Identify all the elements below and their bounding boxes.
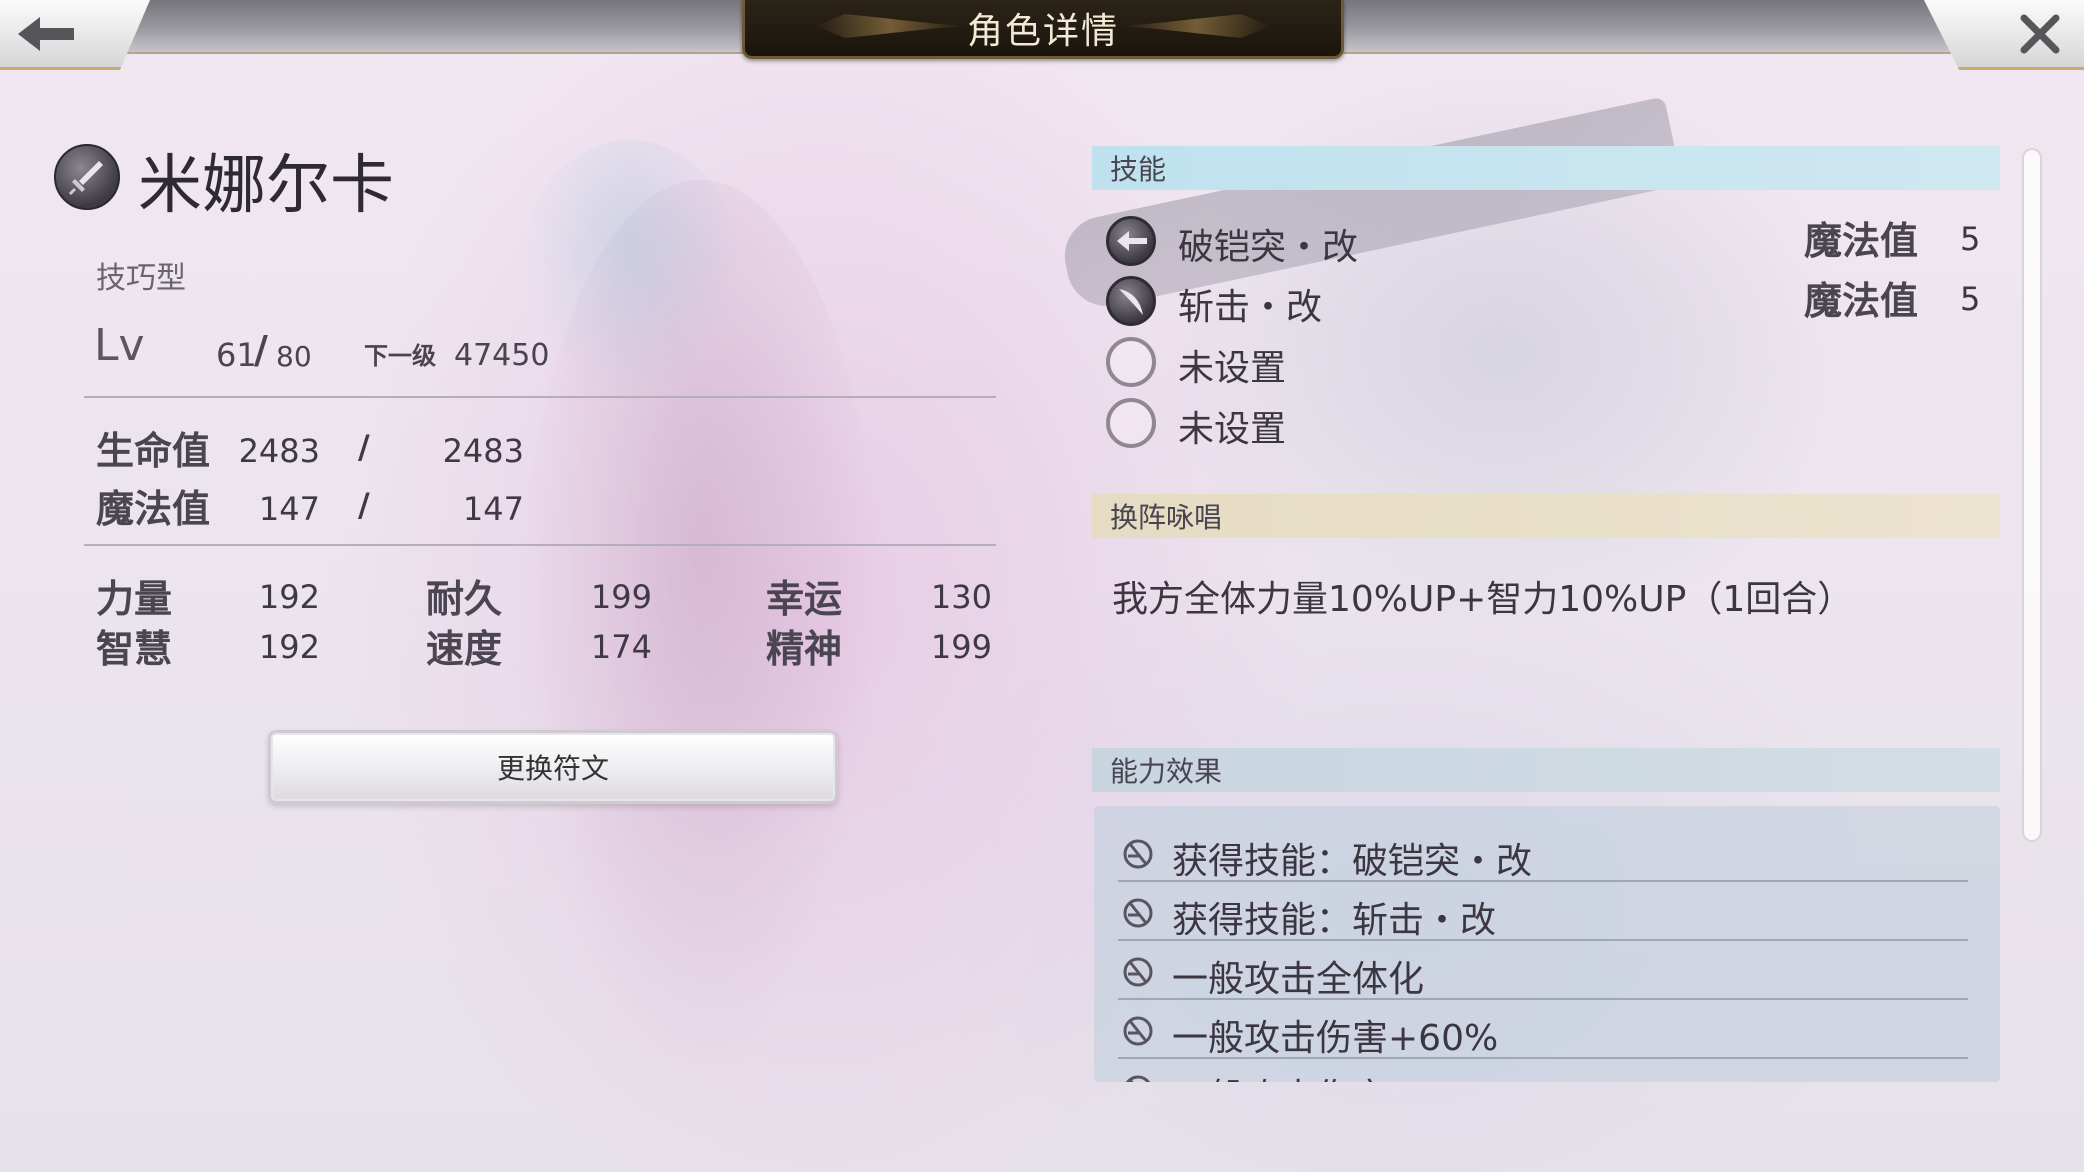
ability-text: 获得技能：破铠突・改 — [1172, 841, 1533, 882]
next-level-exp: 47450 — [454, 338, 550, 373]
chant-header: 换阵咏唱 — [1092, 494, 2000, 538]
spear-thrust-icon — [1106, 216, 1156, 266]
close-icon — [2020, 14, 2060, 53]
list-item: 一般攻击伤害+60% — [1118, 1001, 1968, 1059]
ability-text: 一般攻击伤害+60% — [1172, 1018, 1499, 1059]
abilities-header: 能力效果 — [1092, 748, 2000, 792]
stat-value-wisdom: 192 — [258, 628, 320, 666]
divider — [84, 396, 996, 398]
ability-emblem-icon — [1125, 1075, 1151, 1082]
stat-label-endurance: 耐久 — [426, 577, 503, 621]
skill-cost-label: 魔法值 — [1804, 279, 1919, 323]
mp-slash: / — [358, 486, 370, 524]
stat-value-speed: 174 — [590, 628, 652, 666]
skill-slot-3[interactable]: 未设置 — [1106, 337, 1986, 391]
ability-text: 一般攻击全体化 — [1172, 959, 1425, 1000]
list-item: 一般攻击伤害+20% — [1118, 1060, 1968, 1082]
next-level-label: 下一级 — [364, 342, 436, 370]
stat-label-speed: 速度 — [426, 627, 503, 671]
title-plate: 角色详情 — [742, 0, 1344, 59]
level-current: 61 — [216, 336, 257, 374]
skill-slot-2[interactable]: 斩击・改 魔法值 5 — [1106, 276, 1986, 330]
page-title: 角色详情 — [966, 11, 1119, 52]
close-button[interactable] — [1924, 0, 2084, 70]
stat-label-strength: 力量 — [96, 577, 173, 621]
list-item: 获得技能：破铠突・改 — [1118, 824, 1968, 882]
stat-value-endurance: 199 — [590, 578, 652, 616]
level-slash: / — [254, 328, 268, 372]
hp-label: 生命值 — [96, 429, 211, 473]
hp-current: 2483 — [238, 432, 320, 470]
stat-label-luck: 幸运 — [766, 577, 843, 621]
ability-text: 获得技能：斩击・改 — [1172, 900, 1497, 941]
ability-emblem-icon — [1123, 1016, 1153, 1046]
ability-text: 一般攻击伤害+20% — [1172, 1068, 1498, 1082]
list-item: 获得技能：斩击・改 — [1118, 883, 1968, 941]
skill-slot-4[interactable]: 未设置 — [1106, 398, 1986, 452]
abilities-list[interactable]: 获得技能：破铠突・改 获得技能：斩击・改 一般攻击全体化 一般攻击伤害+60% … — [1094, 806, 2000, 1082]
hp-slash: / — [358, 428, 370, 466]
ability-emblem-icon — [1123, 839, 1153, 869]
stat-value-strength: 192 — [258, 578, 320, 616]
title-ornament-right — [1121, 14, 1271, 38]
skills-header: 技能 — [1092, 146, 2000, 190]
list-item: 一般攻击全体化 — [1118, 942, 1968, 1000]
character-type: 技巧型 — [96, 261, 186, 296]
skill-slot-1[interactable]: 破铠突・改 魔法值 5 — [1106, 216, 1986, 270]
character-name: 米娜尔卡 — [138, 149, 394, 223]
chant-description: 我方全体力量10%UP+智力10%UP（1回合） — [1112, 579, 1854, 620]
ability-emblem-icon — [1123, 957, 1153, 987]
mp-current: 147 — [258, 490, 320, 528]
stat-value-spirit: 199 — [930, 628, 992, 666]
change-rune-button[interactable]: 更换符文 — [268, 730, 838, 804]
stat-label-wisdom: 智慧 — [96, 627, 173, 671]
scrollbar[interactable] — [2022, 148, 2042, 842]
skill-name: 未设置 — [1178, 348, 1287, 389]
mp-max: 147 — [462, 490, 524, 528]
level-max: 80 — [276, 340, 312, 373]
level-label: Lv — [94, 320, 145, 371]
empty-slot-icon — [1106, 337, 1156, 387]
character-artwork-hair — [520, 140, 740, 400]
hp-max: 2483 — [442, 432, 524, 470]
stat-value-luck: 130 — [930, 578, 992, 616]
skill-cost-value: 5 — [1960, 280, 1981, 318]
skill-cost-label: 魔法值 — [1804, 219, 1919, 263]
stat-label-spirit: 精神 — [766, 627, 843, 671]
title-ornament-left — [815, 14, 965, 38]
skill-name: 未设置 — [1178, 409, 1287, 450]
skill-name: 斩击・改 — [1178, 287, 1323, 328]
ability-emblem-icon — [1123, 898, 1153, 928]
class-sword-icon — [54, 144, 120, 210]
slash-icon — [1106, 276, 1156, 326]
mp-label: 魔法值 — [96, 487, 211, 531]
skill-cost-value: 5 — [1960, 220, 1981, 258]
back-arrow-icon — [18, 16, 74, 51]
back-button[interactable] — [0, 0, 150, 70]
divider — [84, 544, 996, 546]
empty-slot-icon — [1106, 398, 1156, 448]
skill-name: 破铠突・改 — [1178, 227, 1359, 268]
